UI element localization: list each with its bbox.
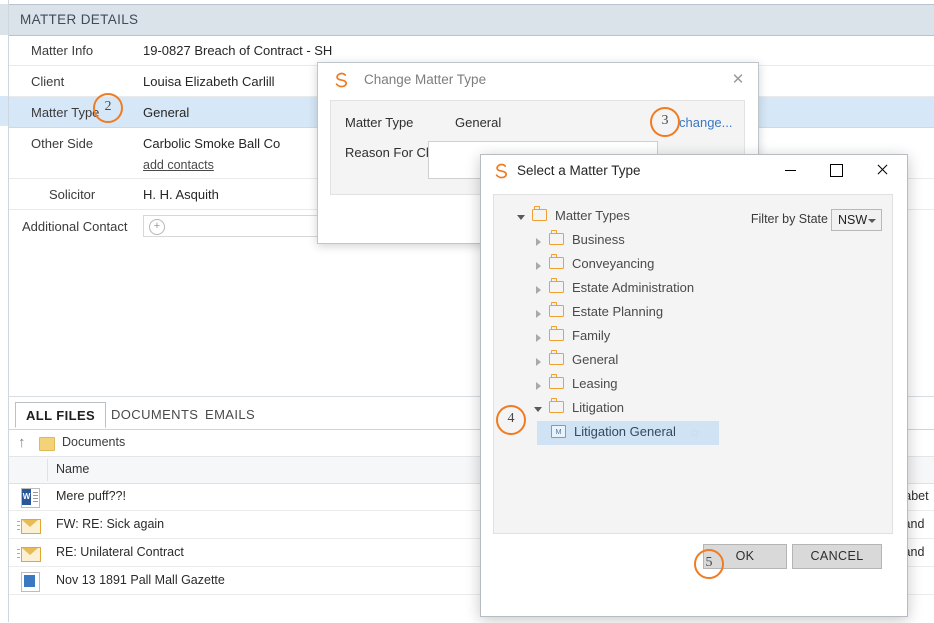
step-badge-4: 4 (496, 405, 526, 435)
page-title: MATTER DETAILS (20, 12, 139, 27)
change-link[interactable]: change... (679, 115, 733, 130)
folder-icon (549, 230, 564, 245)
row-value: H. H. Asquith (143, 187, 219, 202)
row-value: 19-0827 Breach of Contract - SH (143, 43, 333, 58)
chevron-collapsed-icon[interactable] (536, 382, 541, 390)
folder-icon (549, 350, 564, 365)
tree-node-leasing[interactable]: Leasing (494, 373, 892, 397)
dialog-titlebar: Change Matter Type ✕ (318, 63, 758, 97)
favourite-star-icon[interactable]: ☆ (689, 426, 700, 440)
file-name: FW: RE: Sick again (56, 517, 165, 531)
file-name: Nov 13 1891 Pall Mall Gazette (56, 573, 225, 587)
folder-icon (549, 302, 564, 317)
email-icon (17, 547, 41, 562)
smokeball-swirl-icon (492, 162, 510, 180)
file-name: RE: Unilateral Contract (56, 545, 184, 559)
tree-node-general[interactable]: General (494, 349, 892, 373)
email-icon (17, 519, 41, 534)
add-contacts-link[interactable]: add contacts (143, 158, 214, 172)
row-label: Client (31, 74, 65, 89)
matter-type-label: Matter Type (345, 115, 414, 130)
chevron-expanded-icon[interactable] (534, 407, 542, 412)
edge-band-selected-row (0, 96, 8, 126)
step-badge-3: 3 (650, 107, 680, 137)
row-label: Solicitor (49, 187, 96, 202)
chevron-collapsed-icon[interactable] (536, 262, 541, 270)
tree-node-family[interactable]: Family (494, 325, 892, 349)
smokeball-swirl-icon (332, 71, 350, 89)
dialog-title: Change Matter Type (364, 72, 487, 87)
row-label: Additional Contact (22, 219, 128, 234)
row-label: Matter Type (31, 105, 100, 120)
select-matter-type-dialog: Select a Matter Type Filter by State NSW… (480, 154, 908, 617)
tree-node-label: General (572, 352, 619, 367)
row-label: Matter Info (31, 43, 94, 58)
tree-node-business[interactable]: Business (494, 229, 892, 253)
dialog-title: Select a Matter Type (517, 163, 641, 178)
tab-emails[interactable]: EMAILS (195, 402, 265, 428)
folder-icon (549, 254, 564, 269)
tree-node-label: Litigation General (574, 424, 676, 439)
chevron-expanded-icon[interactable] (517, 215, 525, 220)
row-value: Carbolic Smoke Ball Co (143, 136, 281, 151)
edge-band-header (0, 4, 8, 35)
chevron-collapsed-icon[interactable] (536, 310, 541, 318)
tab-all-files[interactable]: ALL FILES (15, 402, 107, 428)
app-left-edge-strip (0, 0, 9, 622)
tree-node-label: Family (572, 328, 611, 343)
tree-node-litigation-general[interactable]: Litigation General ☆ (537, 421, 719, 445)
file-name: Mere puff??! (56, 489, 126, 503)
chevron-collapsed-icon[interactable] (536, 334, 541, 342)
tree-node-label: Litigation (572, 400, 625, 415)
tree-node-litigation[interactable]: Litigation (494, 397, 892, 421)
row-value: General (143, 105, 190, 120)
tree-node-label: Leasing (572, 376, 618, 391)
folder-icon (39, 437, 55, 451)
tree-node-label: Matter Types (555, 208, 630, 223)
close-icon[interactable]: ✕ (728, 70, 748, 90)
cancel-button[interactable]: CANCEL (792, 544, 882, 569)
step-badge-5: 5 (694, 549, 724, 579)
minimize-icon[interactable] (767, 155, 813, 185)
tree-node-label: Conveyancing (572, 256, 655, 271)
tree-node-label: Estate Planning (572, 304, 664, 319)
close-icon[interactable] (859, 155, 905, 185)
chevron-collapsed-icon[interactable] (536, 238, 541, 246)
chevron-collapsed-icon[interactable] (536, 358, 541, 366)
matter-type-value: General (455, 115, 502, 130)
column-divider (47, 459, 48, 481)
matter-type-tree-panel: Filter by State NSW Matter Types Busines… (493, 194, 893, 534)
matter-type-document-icon (551, 425, 566, 438)
folder-icon (549, 398, 564, 413)
tree-node-estate-administration[interactable]: Estate Administration (494, 277, 892, 301)
tree-node-matter-types[interactable]: Matter Types (494, 205, 892, 229)
arrow-up-icon[interactable]: ↑ (18, 434, 26, 451)
row-value: Louisa Elizabeth Carlill (143, 74, 275, 89)
folder-icon (549, 326, 564, 341)
tree-node-conveyancing[interactable]: Conveyancing (494, 253, 892, 277)
tree-node-label: Business (572, 232, 625, 247)
step-badge-2: 2 (93, 93, 123, 123)
chevron-collapsed-icon[interactable] (536, 286, 541, 294)
tree-node-label: Estate Administration (572, 280, 695, 295)
maximize-icon[interactable] (813, 155, 859, 185)
plus-circle-icon: + (149, 219, 165, 235)
column-header-name[interactable]: Name (56, 462, 89, 476)
word-document-icon (21, 488, 40, 508)
tree-node-estate-planning[interactable]: Estate Planning (494, 301, 892, 325)
image-document-icon (21, 572, 40, 592)
folder-icon (532, 206, 547, 221)
dialog-titlebar: Select a Matter Type (481, 155, 907, 188)
row-label: Other Side (31, 136, 94, 151)
folder-icon (549, 374, 564, 389)
tab-documents[interactable]: DOCUMENTS (101, 402, 208, 428)
breadcrumb-label[interactable]: Documents (62, 435, 125, 449)
folder-icon (549, 278, 564, 293)
matter-details-header: MATTER DETAILS (9, 4, 934, 36)
